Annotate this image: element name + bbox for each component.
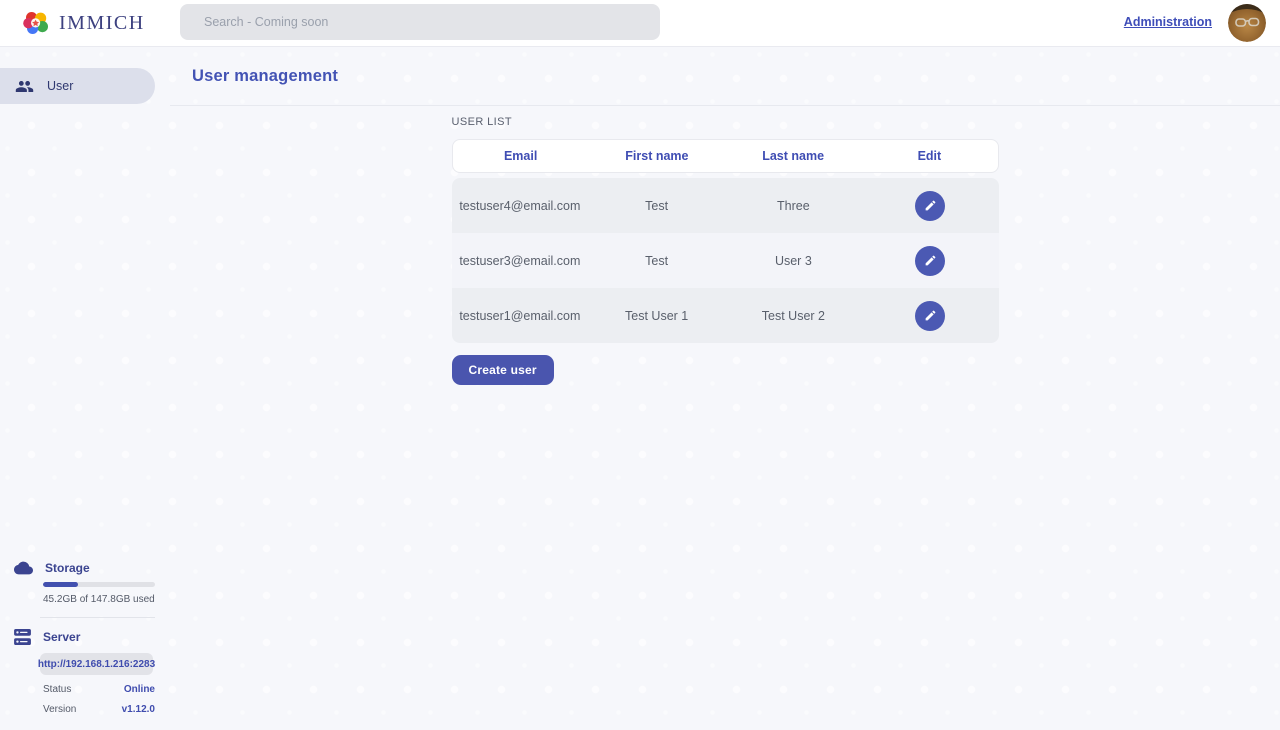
pencil-icon	[924, 199, 937, 212]
users-icon	[15, 77, 34, 96]
brand-wordmark: IMMICH	[59, 12, 145, 35]
edit-user-button[interactable]	[915, 246, 945, 276]
version-label: Version	[43, 704, 76, 715]
cell-email: testuser1@email.com	[459, 309, 580, 323]
sidebar-item-user[interactable]: User	[0, 68, 155, 104]
storage-usage-text: 45.2GB of 147.8GB used	[43, 594, 155, 605]
cell-last-name: Test User 2	[762, 309, 825, 323]
page-header: User management	[170, 47, 1280, 106]
user-table: testuser4@email.com Test Three testuser3…	[452, 178, 999, 343]
table-row: testuser3@email.com Test User 3	[452, 233, 999, 288]
cell-first-name: Test User 1	[625, 309, 688, 323]
table-row: testuser1@email.com Test User 1 Test Use…	[452, 288, 999, 343]
user-avatar[interactable]	[1228, 4, 1266, 42]
server-status-row: Status Online	[43, 684, 155, 695]
cell-first-name: Test	[645, 199, 668, 213]
cell-email: testuser3@email.com	[459, 254, 580, 268]
cell-first-name: Test	[645, 254, 668, 268]
edit-user-button[interactable]	[915, 191, 945, 221]
cloud-icon	[14, 561, 33, 575]
table-row: testuser4@email.com Test Three	[452, 178, 999, 233]
version-value: v1.12.0	[122, 704, 155, 715]
storage-progress-bar	[43, 582, 155, 587]
status-label: Status	[43, 684, 71, 695]
user-list-label: USER LIST	[452, 116, 999, 128]
column-header-last-name: Last name	[762, 149, 824, 163]
footer-divider	[40, 617, 155, 618]
pencil-icon	[924, 309, 937, 322]
column-header-edit: Edit	[918, 149, 942, 163]
main-content: USER LIST Email First name Last name Edi…	[170, 106, 1280, 385]
storage-progress-fill	[43, 582, 78, 587]
page-title: User management	[192, 67, 338, 86]
sidebar-item-label: User	[47, 79, 73, 93]
server-section-header: Server	[0, 629, 170, 645]
brand[interactable]: IMMICH	[0, 9, 178, 37]
server-version-row: Version v1.12.0	[43, 704, 155, 715]
storage-section-header: Storage	[0, 561, 170, 575]
server-url-chip: http://192.168.1.216:2283	[40, 653, 153, 675]
cell-last-name: Three	[777, 199, 810, 213]
server-label: Server	[43, 630, 80, 644]
status-value: Online	[124, 684, 155, 695]
administration-link[interactable]: Administration	[1124, 15, 1212, 29]
search-input[interactable]	[180, 4, 660, 40]
storage-label: Storage	[45, 561, 90, 575]
cell-last-name: User 3	[775, 254, 812, 268]
column-header-email: Email	[504, 149, 537, 163]
server-icon	[14, 629, 31, 645]
sidebar-footer: Storage 45.2GB of 147.8GB used Server ht…	[0, 561, 170, 730]
create-user-button[interactable]: Create user	[452, 355, 554, 385]
pencil-icon	[924, 254, 937, 267]
table-header-row: Email First name Last name Edit	[452, 139, 999, 173]
column-header-first-name: First name	[625, 149, 688, 163]
immich-logo-icon	[22, 9, 50, 37]
top-bar: IMMICH Administration	[0, 0, 1280, 47]
cell-email: testuser4@email.com	[459, 199, 580, 213]
edit-user-button[interactable]	[915, 301, 945, 331]
